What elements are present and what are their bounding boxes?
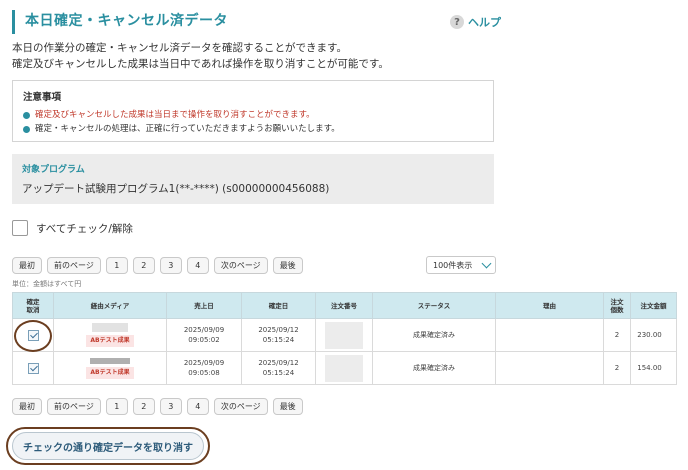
sale-date-cell: 2025/09/09 09:05:02	[166, 318, 242, 352]
page-description: 本日の作業分の確定・キャンセル済データを確認することができます。 確定及びキャン…	[12, 40, 389, 72]
question-icon: ?	[450, 15, 464, 29]
table-header-row: 確定 取消 経由メディア 売上日 確定日 注文番号 ステータス 理由 注文 個数 注…	[12, 292, 677, 319]
count-cell: 2	[603, 351, 631, 385]
program-label: 対象プログラム	[22, 165, 85, 175]
per-page-select[interactable]: 100件表示	[426, 256, 496, 274]
check-all-checkbox[interactable]	[12, 220, 28, 236]
program-name: アップデート試験用プログラム1(**-****) (s0000000045608…	[22, 183, 330, 195]
page-2-button[interactable]: 2	[132, 257, 155, 274]
last-page-button[interactable]: 最後	[272, 257, 303, 274]
description-line-2: 確定及びキャンセルした成果は当日中であれば操作を取り消すことが可能です。	[12, 58, 389, 70]
pagination-top: 最初 前のページ 1 2 3 4 次のページ 最後	[12, 257, 303, 274]
chevron-down-icon	[481, 258, 492, 269]
notice-title: 注意事項	[23, 92, 62, 103]
help-label[interactable]: ヘルプ	[468, 14, 501, 30]
table-row: ABテスト成果 2025/09/09 09:05:08 2025/09/12 05:…	[12, 351, 677, 385]
header-media: 経由メディア	[53, 292, 167, 319]
page-header: 本日確定・キャンセル済データ	[12, 10, 502, 34]
amount-cell: 230.00	[630, 318, 677, 352]
page-title: 本日確定・キャンセル済データ	[25, 13, 228, 29]
amount-cell: 154.00	[630, 351, 677, 385]
header-reason: 理由	[495, 292, 604, 319]
ab-test-badge: ABテスト成果	[86, 366, 134, 379]
notice-item-text: 確定・キャンセルの処理は、正確に行っていただきますようお願いいたします。	[35, 124, 340, 134]
media-redacted	[92, 323, 128, 332]
status-cell: 成果確定済み	[372, 318, 496, 352]
results-table: 確定 取消 経由メディア 売上日 確定日 注文番号 ステータス 理由 注文 個数 注…	[12, 292, 677, 385]
description-line-1: 本日の作業分の確定・キャンセル済データを確認することができます。	[12, 42, 347, 54]
next-page-button[interactable]: 次のページ	[213, 257, 268, 274]
page-4-button[interactable]: 4	[186, 398, 209, 415]
pagination-bottom: 最初 前のページ 1 2 3 4 次のページ 最後	[12, 398, 303, 415]
header-confirm-date: 確定日	[241, 292, 316, 319]
page-3-button[interactable]: 3	[159, 257, 182, 274]
media-redacted	[90, 357, 130, 364]
check-all[interactable]: すべてチェック/解除	[12, 220, 133, 236]
notice-box: 注意事項 確定及びキャンセルした成果は当日まで操作を取り消すことができます。 確…	[12, 80, 494, 142]
notice-item: 確定・キャンセルの処理は、正確に行っていただきますようお願いいたします。	[23, 122, 483, 136]
bullet-icon	[23, 125, 30, 133]
unit-note: 単位：金額はすべて円	[12, 280, 82, 288]
media-cell: ABテスト成果	[53, 351, 167, 385]
help-link[interactable]: ? ヘルプ	[450, 14, 501, 30]
page-1-button[interactable]: 1	[105, 398, 128, 415]
row-checkbox[interactable]	[27, 362, 39, 374]
next-page-button[interactable]: 次のページ	[213, 398, 268, 415]
per-page-value: 100件表示	[433, 260, 473, 270]
order-no-cell	[315, 318, 373, 352]
highlight-ring	[14, 320, 52, 352]
first-page-button[interactable]: 最初	[12, 398, 42, 415]
confirm-date-cell: 2025/09/12 05:15:24	[241, 318, 316, 352]
header-order-no: 注文番号	[315, 292, 373, 319]
count-cell: 2	[603, 318, 631, 352]
page-3-button[interactable]: 3	[159, 398, 182, 415]
page-4-button[interactable]: 4	[186, 257, 209, 274]
cancel-confirmed-button[interactable]: チェックの通り確定データを取り消す	[12, 432, 204, 460]
bullet-icon	[23, 111, 30, 119]
page-1-button[interactable]: 1	[105, 257, 128, 274]
header-amount: 注文金額	[630, 292, 677, 319]
reason-cell	[495, 351, 604, 385]
page-2-button[interactable]: 2	[132, 398, 155, 415]
order-no-redacted	[325, 354, 363, 382]
sale-date-cell: 2025/09/09 09:05:08	[166, 351, 242, 385]
notice-item-text: 確定及びキャンセルした成果は当日まで操作を取り消すことができます。	[35, 110, 315, 120]
table-row: ABテスト成果 2025/09/09 09:05:02 2025/09/12 05:…	[12, 318, 677, 352]
prev-page-button[interactable]: 前のページ	[47, 257, 101, 274]
row-checkbox-cell[interactable]	[12, 351, 54, 385]
last-page-button[interactable]: 最後	[272, 398, 303, 415]
ab-test-badge: ABテスト成果	[86, 335, 134, 347]
media-cell: ABテスト成果	[53, 318, 167, 352]
header-count: 注文 個数	[603, 292, 631, 319]
program-box: 対象プログラム アップデート試験用プログラム1(**-****) (s00000…	[12, 154, 494, 204]
status-cell: 成果確定済み	[372, 351, 496, 385]
order-no-cell	[315, 351, 373, 385]
first-page-button[interactable]: 最初	[12, 257, 42, 274]
header-cancel: 確定 取消	[12, 292, 54, 319]
prev-page-button[interactable]: 前のページ	[47, 398, 101, 415]
notice-item: 確定及びキャンセルした成果は当日まで操作を取り消すことができます。	[23, 108, 483, 122]
check-all-label[interactable]: すべてチェック/解除	[36, 221, 133, 236]
header-sale-date: 売上日	[166, 292, 242, 319]
header-status: ステータス	[372, 292, 496, 319]
order-no-redacted	[325, 321, 363, 349]
reason-cell	[495, 318, 604, 352]
confirm-date-cell: 2025/09/12 05:15:24	[241, 351, 316, 385]
